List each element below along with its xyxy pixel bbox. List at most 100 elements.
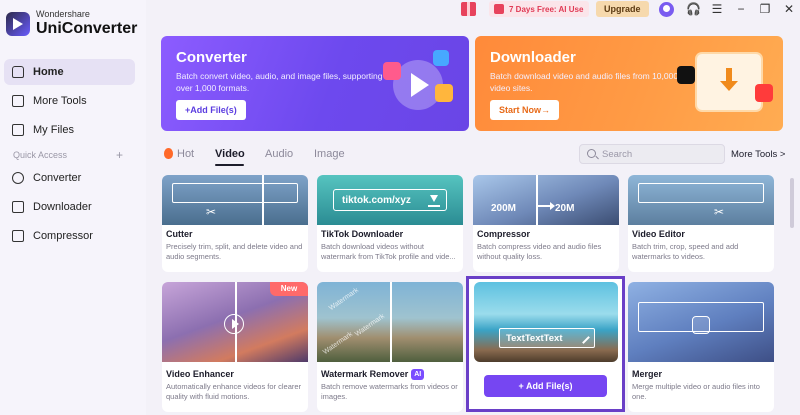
tab-video[interactable]: Video <box>215 148 245 160</box>
download-arrow-icon <box>720 68 738 92</box>
downloader-icon <box>12 201 24 213</box>
files-icon <box>12 124 24 136</box>
scrollbar[interactable] <box>790 178 794 228</box>
tiktok-url-text: tiktok.com/xyz <box>342 194 411 206</box>
promo-badge[interactable]: 7 Days Free: AI Use <box>489 1 590 17</box>
watermark-remover-card[interactable]: Watermark Watermark Watermark Watermark … <box>317 282 463 412</box>
add-files-button[interactable]: + Add File(s) <box>484 375 607 397</box>
text-tool-card-thumbnail[interactable]: TextTextText <box>474 282 618 362</box>
scissors-icon: ✂ <box>206 205 217 219</box>
upgrade-button[interactable]: Upgrade <box>596 1 649 17</box>
gift-icon <box>494 4 504 14</box>
converter-description: Batch convert video, audio, and image fi… <box>176 71 383 93</box>
sidebar-item-converter[interactable]: Converter <box>4 165 135 191</box>
sidebar-item-more-tools[interactable]: More Tools <box>4 88 135 114</box>
cutter-card[interactable]: ✂ Cutter Precisely trim, split, and dele… <box>162 175 308 272</box>
video-editor-card[interactable]: ✂ Video Editor Batch trim, crop, speed a… <box>628 175 774 272</box>
play-icon <box>411 73 429 97</box>
tiktok-downloader-card[interactable]: tiktok.com/xyz TikTok Downloader Batch d… <box>317 175 463 272</box>
sidebar-item-label: Home <box>33 66 64 78</box>
video-enhancer-thumbnail: New <box>162 282 308 362</box>
card-title: TikTok Downloader <box>321 229 404 239</box>
ai-badge: AI <box>411 369 425 380</box>
image-icon <box>435 84 453 102</box>
new-badge: New <box>270 282 308 296</box>
video-editor-thumbnail: ✂ <box>628 175 774 225</box>
search-input[interactable]: Search <box>579 144 725 164</box>
home-icon <box>12 66 24 78</box>
card-title: Video Enhancer <box>166 369 234 379</box>
sidebar-item-compressor[interactable]: Compressor <box>4 223 135 249</box>
sidebar-item-home[interactable]: Home <box>4 59 135 85</box>
close-icon[interactable]: ✕ <box>782 2 796 16</box>
headset-icon[interactable]: 🎧 <box>686 2 701 16</box>
active-tab-indicator <box>215 164 244 166</box>
converter-title: Converter <box>176 49 247 66</box>
sidebar-item-downloader[interactable]: Downloader <box>4 194 135 220</box>
card-title: Merger <box>632 369 663 379</box>
size-to-label: 20M <box>555 203 575 214</box>
sidebar-item-label: Converter <box>33 172 82 184</box>
card-title: Video Editor <box>632 229 685 239</box>
quick-access-label: Quick Access <box>13 150 68 160</box>
card-description: Batch download videos without watermark … <box>321 242 456 261</box>
brand-subtitle: Wondershare <box>36 9 90 19</box>
cutter-thumbnail: ✂ <box>162 175 308 225</box>
tab-hot[interactable]: Hot <box>177 148 194 160</box>
merge-icon <box>692 316 710 334</box>
tab-audio[interactable]: Audio <box>265 148 293 160</box>
compressor-thumbnail: 200M 20M <box>473 175 619 225</box>
scissors-icon: ✂ <box>714 205 725 219</box>
search-placeholder: Search <box>602 148 633 160</box>
size-from-label: 200M <box>491 203 517 214</box>
card-title: Watermark Remover <box>321 369 409 379</box>
downloader-banner[interactable]: Downloader Batch download video and audi… <box>475 36 783 131</box>
sidebar-item-label: More Tools <box>33 95 87 107</box>
watermark-overlay: Watermark <box>354 312 386 339</box>
sidebar-item-my-files[interactable]: My Files <box>4 117 135 143</box>
merger-card[interactable]: Merger Merge multiple video or audio fil… <box>628 282 774 412</box>
download-icon <box>428 193 440 207</box>
sidebar-item-label: Compressor <box>33 230 93 242</box>
downloader-description: Batch download video and audio files fro… <box>490 71 684 93</box>
compressor-card[interactable]: 200M 20M Compressor Batch compress video… <box>473 175 619 272</box>
menu-icon[interactable]: ☰ <box>710 2 724 16</box>
restore-icon[interactable]: ❐ <box>758 2 772 16</box>
music-icon <box>383 62 401 80</box>
tab-image[interactable]: Image <box>314 148 345 160</box>
card-description: Batch remove watermarks from videos or i… <box>321 382 458 401</box>
pen-icon <box>577 331 590 344</box>
card-description: Batch trim, crop, speed and add watermar… <box>632 242 739 261</box>
title-bar: 7 Days Free: AI Use Upgrade 🎧 ☰ − ❐ ✕ <box>146 0 800 20</box>
app-logo[interactable]: Wondershare UniConverter <box>6 10 137 37</box>
watermark-overlay: Watermark <box>322 330 354 357</box>
gift-icon[interactable] <box>461 2 476 16</box>
merger-thumbnail <box>628 282 774 362</box>
converter-banner[interactable]: Converter Batch convert video, audio, an… <box>161 36 469 131</box>
more-tools-link[interactable]: More Tools > <box>731 149 785 160</box>
sidebar: Wondershare UniConverter Home More Tools… <box>0 0 146 415</box>
avatar[interactable] <box>659 2 674 17</box>
video-enhancer-card[interactable]: New Video Enhancer Automatically enhance… <box>162 282 308 412</box>
converter-add-files-button[interactable]: +Add File(s) <box>176 100 246 120</box>
card-description: Batch compress video and audio files wit… <box>477 242 602 261</box>
tiktok-thumbnail: tiktok.com/xyz <box>317 175 463 225</box>
card-title: Compressor <box>477 229 531 239</box>
downloader-title: Downloader <box>490 49 576 66</box>
watermark-remover-thumbnail: Watermark Watermark Watermark <box>317 282 463 362</box>
converter-icon <box>12 172 24 184</box>
downloader-start-now-button[interactable]: Start Now→ <box>490 100 560 120</box>
sidebar-item-label: Downloader <box>33 201 92 213</box>
text-overlay-box[interactable]: TextTextText <box>499 328 595 348</box>
watermark-overlay: Watermark <box>328 286 360 313</box>
text-overlay: TextTextText <box>506 332 563 344</box>
fire-icon <box>164 148 173 159</box>
tiktok-icon <box>677 66 695 84</box>
minimize-icon[interactable]: − <box>734 2 748 16</box>
compressor-icon <box>12 230 24 242</box>
quick-access-add-button[interactable]: + <box>116 148 123 162</box>
card-title: Cutter <box>166 229 193 239</box>
card-description: Merge multiple video or audio files into… <box>632 382 760 401</box>
play-icon <box>224 314 244 334</box>
arrow-right-icon <box>537 202 555 210</box>
